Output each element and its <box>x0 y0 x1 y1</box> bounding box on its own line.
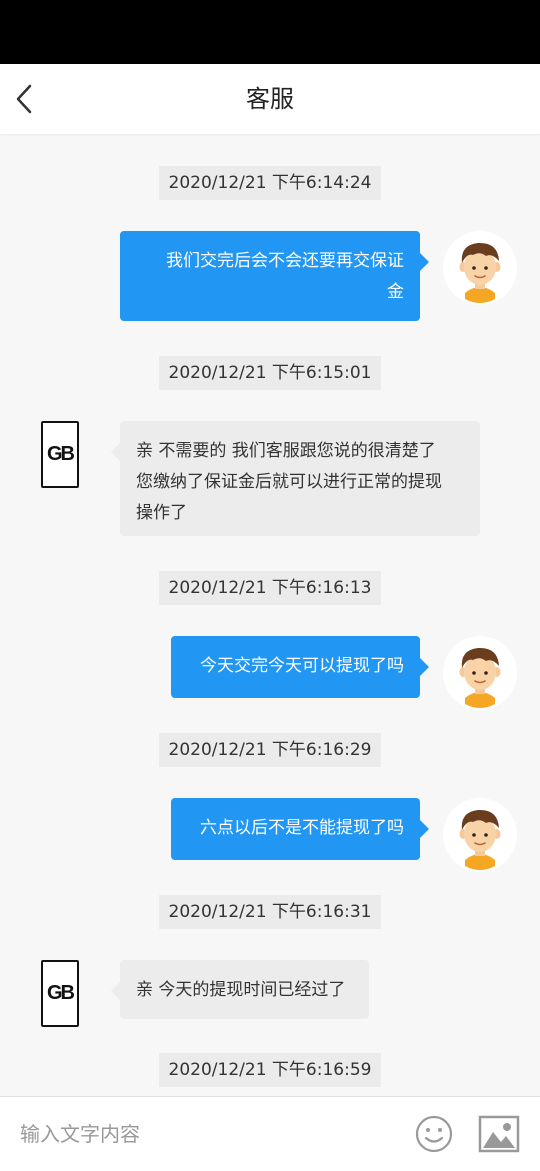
user-avatar[interactable] <box>443 231 517 305</box>
message-timestamp: 2020/12/21 下午6:16:31 <box>159 895 381 929</box>
message-input[interactable] <box>18 1111 392 1157</box>
message-timestamp: 2020/12/21 下午6:16:29 <box>159 733 381 767</box>
input-bar <box>0 1096 540 1171</box>
message-line: 金 <box>387 282 404 302</box>
message-timestamp: 2020/12/21 下午6:16:59 <box>159 1053 381 1087</box>
smiley-icon <box>415 1115 453 1153</box>
message-line: 亲 不需要的 我们客服跟您说的很清楚了 <box>136 441 436 461</box>
boy-avatar-icon <box>443 798 517 872</box>
message-line: 今天交完今天可以提现了吗 <box>200 656 404 676</box>
service-message-bubble[interactable]: 亲 不需要的 我们客服跟您说的很清楚了 您缴纳了保证金后就可以进行正常的提现 操… <box>111 421 480 536</box>
chevron-left-icon <box>16 84 32 114</box>
user-message-bubble[interactable]: 六点以后不是不能提现了吗 <box>171 798 429 860</box>
image-button[interactable] <box>478 1115 520 1153</box>
message-line: 操作了 <box>136 503 187 523</box>
user-avatar[interactable] <box>443 798 517 872</box>
service-avatar[interactable]: GB <box>41 421 79 488</box>
service-message-bubble[interactable]: 亲 今天的提现时间已经过了 <box>111 960 369 1019</box>
message-line: 您缴纳了保证金后就可以进行正常的提现 <box>136 472 442 492</box>
message-line: 亲 今天的提现时间已经过了 <box>136 980 346 1000</box>
boy-avatar-icon <box>443 636 517 710</box>
message-line: 我们交完后会不会还要再交保证 <box>166 251 404 271</box>
service-avatar-text: GB <box>47 443 75 465</box>
status-bar <box>0 0 540 64</box>
service-avatar-text: GB <box>47 982 75 1004</box>
page-title: 客服 <box>246 85 294 113</box>
message-timestamp: 2020/12/21 下午6:15:01 <box>159 356 381 390</box>
message-timestamp: 2020/12/21 下午6:14:24 <box>159 166 381 200</box>
message-timestamp: 2020/12/21 下午6:16:13 <box>159 571 381 605</box>
back-button[interactable] <box>10 81 46 117</box>
user-message-bubble[interactable]: 今天交完今天可以提现了吗 <box>171 636 429 698</box>
user-message-bubble[interactable]: 我们交完后会不会还要再交保证 金 <box>120 231 429 321</box>
service-avatar[interactable]: GB <box>41 960 79 1027</box>
message-line: 六点以后不是不能提现了吗 <box>200 818 404 838</box>
boy-avatar-icon <box>443 231 517 305</box>
image-icon <box>478 1115 520 1153</box>
emoji-button[interactable] <box>414 1114 454 1154</box>
user-avatar[interactable] <box>443 636 517 710</box>
header-bar: 客服 <box>0 64 540 134</box>
chat-area[interactable]: 2020/12/21 下午6:14:24 我们交完后会不会还要再交保证 金 20… <box>0 134 540 1096</box>
